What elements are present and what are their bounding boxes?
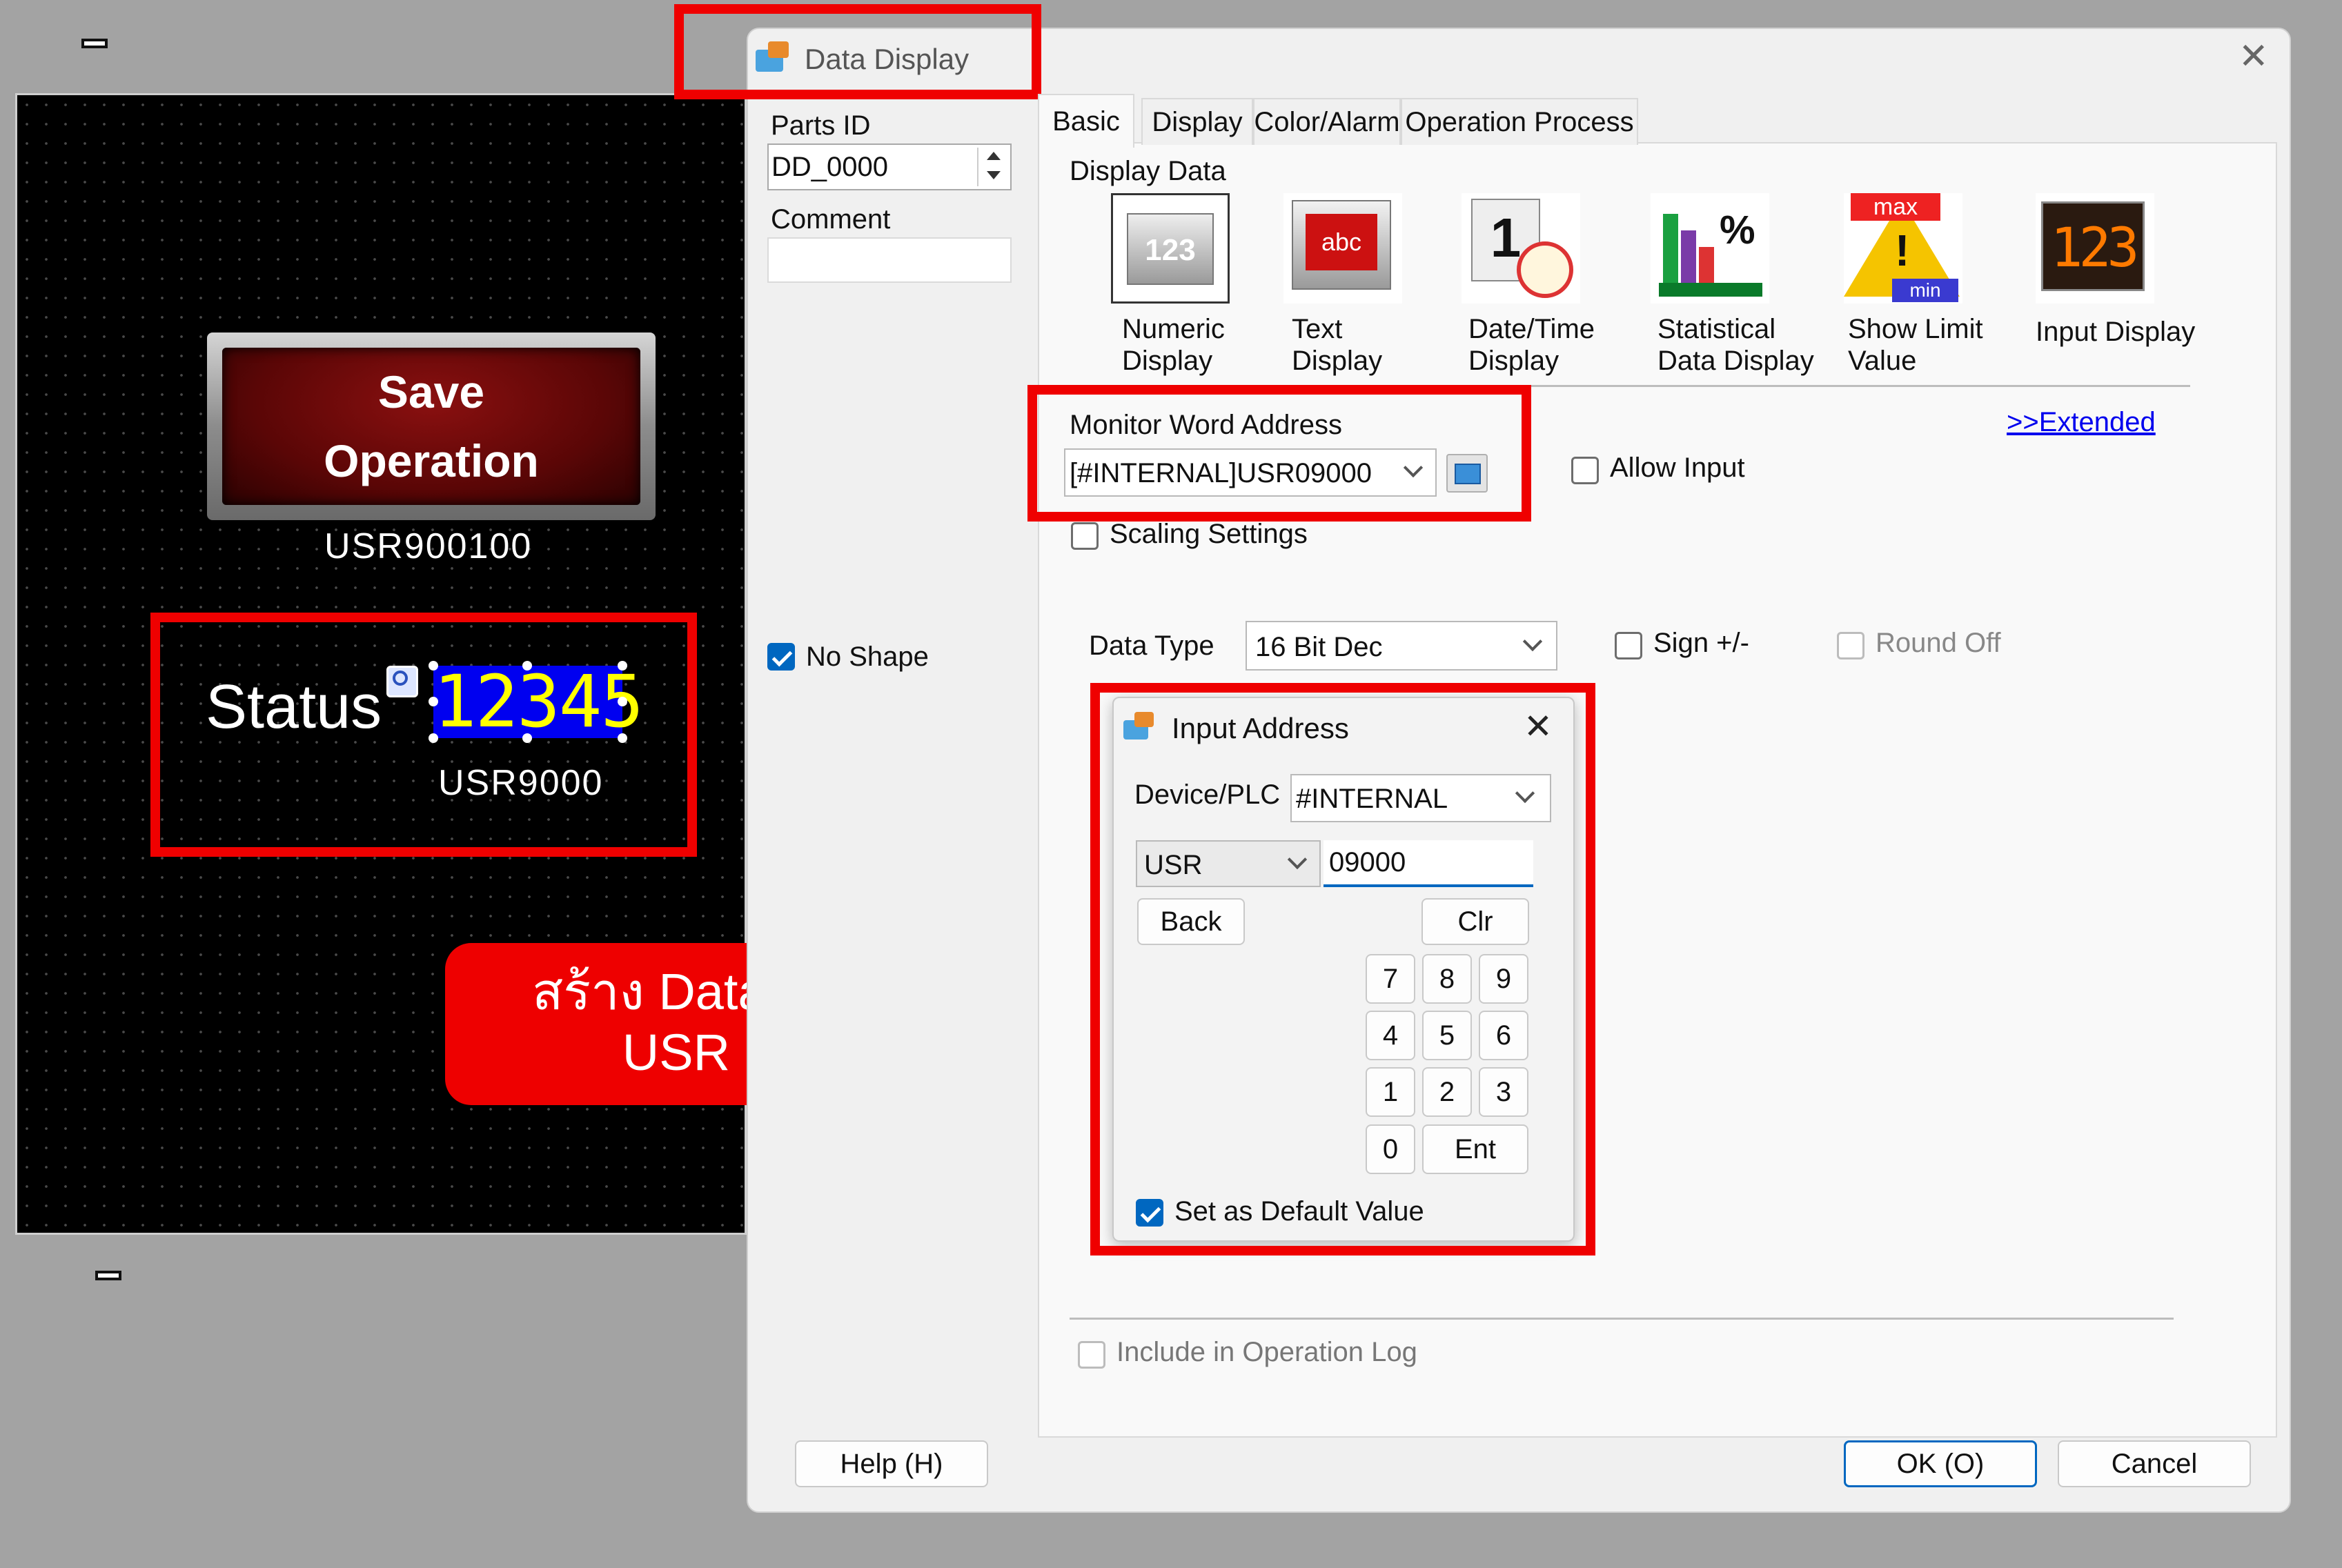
monitor-address-highlight-box (1027, 385, 1531, 522)
sign-label: Sign +/- (1653, 628, 1749, 658)
show-limit-icon[interactable]: max ! min (1844, 193, 1962, 304)
display-data-label: Display Data (1070, 156, 1226, 186)
round-off-label: Round Off (1876, 628, 2001, 658)
data-type-value: 16 Bit Dec (1255, 632, 1383, 662)
status-data-display[interactable]: 12345 (433, 666, 644, 738)
save-operation-button-label: Save Operation (222, 348, 640, 505)
sign-checkbox[interactable] (1615, 632, 1642, 659)
text-display-label: Text Display (1292, 314, 1383, 376)
show-limit-label: Show Limit Value (1848, 314, 1983, 376)
allow-input-label: Allow Input (1610, 453, 1745, 483)
statistical-display-icon[interactable]: % (1651, 193, 1769, 304)
allow-input-checkbox[interactable] (1571, 457, 1599, 484)
selection-handle[interactable] (618, 661, 627, 671)
include-log-label: Include in Operation Log (1116, 1337, 1417, 1367)
include-log-checkbox (1078, 1341, 1105, 1369)
tab-display[interactable]: Display (1141, 98, 1253, 145)
selection-handle[interactable] (522, 661, 532, 671)
selection-handle[interactable] (429, 733, 438, 743)
round-off-checkbox (1837, 632, 1864, 659)
input-display-icon[interactable]: 123 (2036, 193, 2154, 304)
cancel-button[interactable]: Cancel (2058, 1440, 2251, 1487)
spin-up-icon[interactable] (987, 152, 1001, 160)
parts-id-value: DD_0000 (771, 152, 889, 182)
data-type-label: Data Type (1089, 631, 1214, 661)
help-button[interactable]: Help (H) (795, 1440, 988, 1487)
selection-handle[interactable] (618, 733, 627, 743)
input-display-label: Input Display (2036, 317, 2196, 347)
input-address-highlight-box (1090, 683, 1595, 1256)
parts-id-label: Parts ID (771, 110, 871, 141)
selection-handle[interactable] (429, 661, 438, 671)
datetime-display-label: Date/Time Display (1468, 314, 1595, 376)
numeric-display-icon[interactable]: 123 (1111, 193, 1230, 304)
scaling-settings-label: Scaling Settings (1110, 519, 1308, 549)
tab-basic[interactable]: Basic (1038, 94, 1134, 148)
numeric-display-label: Numeric Display (1122, 314, 1225, 376)
status-label: Status (206, 673, 382, 742)
dialog-close-icon[interactable]: ✕ (2238, 36, 2269, 77)
selection-handle[interactable] (522, 733, 532, 743)
parts-id-field[interactable]: DD_0000 (767, 143, 1012, 190)
data-display-part-icon (386, 666, 418, 697)
divider (1070, 1318, 2174, 1320)
resize-handle-top[interactable] (81, 39, 108, 48)
spin-down-icon[interactable] (987, 171, 1001, 179)
extended-link[interactable]: >>Extended (2007, 407, 2156, 438)
text-display-icon[interactable]: abc (1283, 193, 1402, 304)
no-shape-label: No Shape (806, 642, 929, 672)
tab-operation-process[interactable]: Operation Process (1401, 98, 1638, 145)
ok-button[interactable]: OK (O) (1844, 1440, 2037, 1487)
chevron-down-icon[interactable] (1522, 631, 1543, 652)
datetime-display-icon[interactable]: 1 (1462, 193, 1580, 304)
comment-label: Comment (771, 204, 891, 235)
magnifier-icon (393, 671, 408, 686)
comment-field[interactable] (767, 237, 1012, 283)
spin-button[interactable] (977, 148, 1007, 186)
save-operation-button[interactable]: Save Operation (207, 333, 656, 520)
statistical-display-label: Statistical Data Display (1657, 314, 1814, 376)
scaling-settings-checkbox[interactable] (1071, 522, 1099, 550)
no-shape-checkbox[interactable] (767, 643, 795, 671)
selection-handle[interactable] (429, 697, 438, 706)
save-button-address-label: USR900100 (324, 526, 533, 566)
status-address-label: USR9000 (438, 763, 604, 803)
selection-handle[interactable] (618, 697, 627, 706)
title-highlight-box (674, 4, 1041, 99)
data-type-combo[interactable]: 16 Bit Dec (1246, 621, 1557, 671)
resize-handle-bottom[interactable] (95, 1271, 121, 1280)
tab-color-alarm[interactable]: Color/Alarm (1253, 98, 1401, 145)
